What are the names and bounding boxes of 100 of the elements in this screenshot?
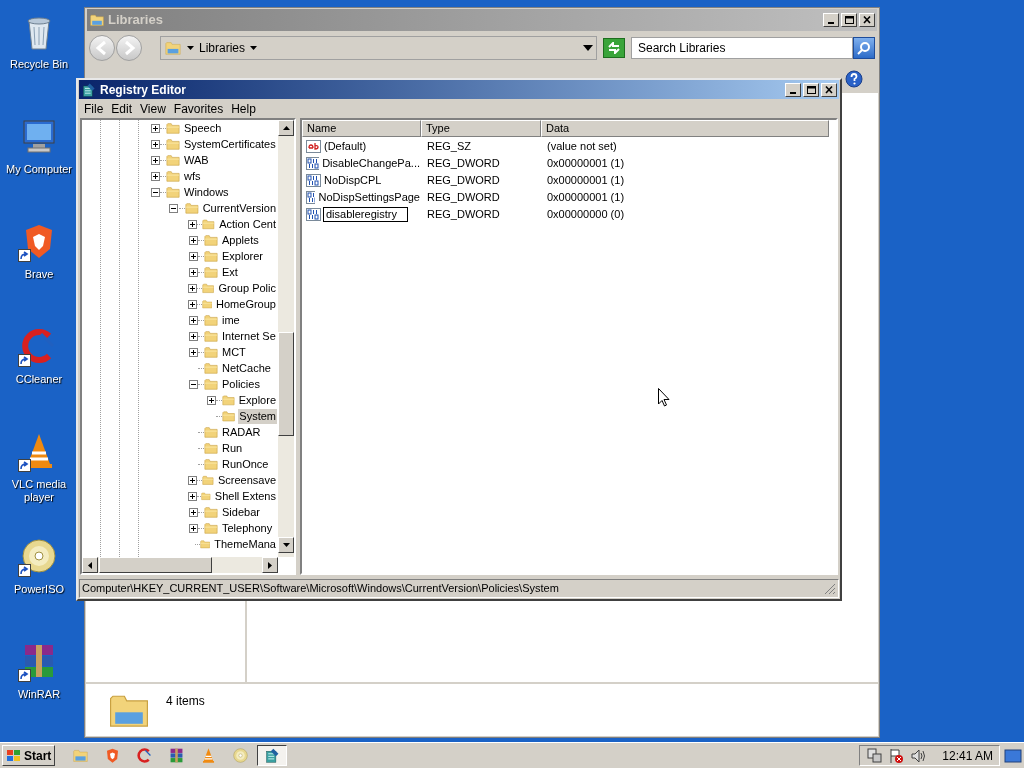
tree-item[interactable]: ThemeMana [213,536,277,552]
folder-icon [202,281,215,295]
expand-icon[interactable] [188,331,198,341]
column-header[interactable]: Type [421,120,541,137]
expand-icon[interactable] [150,123,160,133]
expand-icon[interactable] [188,491,197,501]
scroll-down-button[interactable] [278,537,294,553]
tree-item[interactable]: Policies [221,376,261,392]
start-button[interactable]: Start [2,745,56,766]
clock[interactable]: 12:41 AM [942,746,993,765]
folder-icon [166,153,180,167]
tree-item[interactable]: Windows [183,184,230,200]
expand-icon[interactable] [188,523,198,533]
refresh-button[interactable] [603,38,625,58]
tree-item[interactable]: Shell Extens [213,488,277,504]
expand-icon[interactable] [150,139,160,149]
tree-item[interactable]: Applets [221,232,260,248]
close-button[interactable] [859,13,875,27]
expand-icon[interactable] [207,395,217,405]
close-button[interactable] [821,82,837,97]
scroll-up-button[interactable] [278,120,294,136]
dropdown-icon[interactable] [583,45,594,51]
expand-icon[interactable] [188,235,198,245]
desktop-icon-label[interactable]: Brave [23,268,55,281]
help-icon[interactable] [845,70,863,88]
expand-icon[interactable] [188,507,198,517]
expand-icon[interactable] [188,283,197,293]
minimize-button[interactable] [785,82,801,97]
collapse-icon[interactable] [188,379,198,389]
tree-item[interactable]: RADAR [221,424,262,440]
menu-item[interactable]: Help [227,100,260,117]
show-desktop-icon[interactable] [1004,747,1022,764]
libraries-icon [89,12,105,28]
horizontal-scrollbar[interactable] [82,557,278,573]
expand-icon[interactable] [188,315,198,325]
desktop-icon-label[interactable]: VLC media player [0,478,78,504]
expand-icon[interactable] [188,475,197,485]
maximize-button[interactable] [803,82,819,97]
scroll-left-button[interactable] [82,557,98,573]
minimize-button[interactable] [823,13,839,27]
menu-item[interactable]: Edit [107,100,137,117]
scroll-thumb[interactable] [99,557,212,573]
maximize-button[interactable] [841,13,857,27]
collapse-icon[interactable] [169,203,179,213]
tree-item[interactable]: RunOnce [221,456,270,472]
tree-item[interactable]: Action Cent [218,216,277,232]
tree-item[interactable]: Speech [183,120,223,136]
tree-item[interactable]: CurrentVersion [201,200,277,216]
column-header[interactable]: Name [302,120,421,137]
expand-icon[interactable] [150,155,160,165]
tree-item[interactable]: Explorer [221,248,264,264]
speaker-icon[interactable] [910,747,927,764]
tree-item[interactable]: Group Polic [217,280,277,296]
taskbar-app-button[interactable] [257,745,288,766]
tree-item[interactable]: System [238,408,277,424]
tree-item[interactable]: WAB [183,152,210,168]
search-button[interactable] [853,37,875,59]
tree-item[interactable]: Screensave [216,472,277,488]
desktop-icon-label[interactable]: PowerISO [12,583,66,596]
scroll-thumb[interactable] [278,332,294,436]
expand-icon[interactable] [188,251,198,261]
menu-item[interactable]: View [136,100,170,117]
flag-warning-icon[interactable] [888,747,905,764]
desktop-icon-label[interactable]: WinRAR [16,688,62,701]
tree-item[interactable]: Explore [237,392,277,408]
tree-item[interactable]: Telephony [221,520,274,536]
expand-icon[interactable] [188,219,197,229]
tree-item[interactable]: Run [221,440,244,456]
tree-item[interactable]: HomeGroup [215,296,277,312]
resize-grip-icon[interactable] [824,582,836,595]
value-name: NoDispSettingsPage [317,190,421,206]
tree-item[interactable]: Ext [221,264,239,280]
collapse-icon[interactable] [150,187,160,197]
network-icon[interactable] [866,747,883,764]
address-bar[interactable]: Libraries [160,36,598,60]
desktop-icon-label[interactable]: CCleaner [14,373,64,386]
tree-item[interactable]: ime [221,312,241,328]
column-header[interactable]: Data [541,120,829,137]
menu-item[interactable]: Favorites [169,100,228,117]
tree-item[interactable]: Sidebar [221,504,261,520]
desktop-icon-label[interactable]: Recycle Bin [8,58,70,71]
menu-item[interactable]: File [80,100,108,117]
vertical-scrollbar[interactable] [278,120,294,557]
scroll-right-button[interactable] [262,557,278,573]
desktop-icon-label[interactable]: My Computer [5,163,73,176]
search-field[interactable]: Search Libraries [631,37,853,59]
folder-icon [222,409,236,423]
expand-icon[interactable] [188,347,198,357]
tree-item[interactable]: Internet Se [221,328,277,344]
tree-item[interactable]: wfs [183,168,202,184]
expand-icon[interactable] [150,171,160,181]
tree-item[interactable]: MCT [221,344,247,360]
tree-item[interactable]: SystemCertificates [183,136,277,152]
expand-icon[interactable] [188,299,197,309]
value-type: REG_DWORD [426,156,501,172]
tree-item[interactable]: NetCache [221,360,272,376]
rename-field[interactable]: disableregistry [323,207,408,222]
right-arrow-icon [268,561,272,569]
libraries-icon [164,39,182,57]
expand-icon[interactable] [188,267,198,277]
